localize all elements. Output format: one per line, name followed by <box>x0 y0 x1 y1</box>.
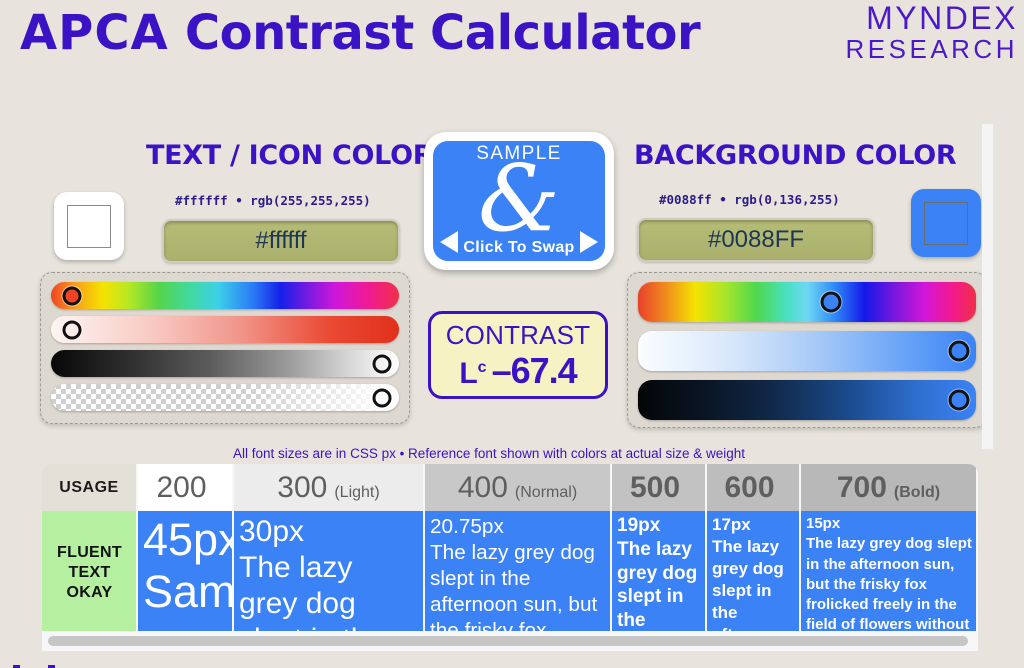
background-color-section-title: BACKGROUND COLOR <box>634 140 957 171</box>
brand-line-1: MYNDEX <box>866 0 1018 36</box>
usage-status-cell: FLUENT TEXT OKAY <box>42 511 138 631</box>
brand-logo: MYNDEX RESEARCH <box>845 0 1018 64</box>
horizontal-scrollbar[interactable] <box>42 631 978 651</box>
page-title: APCA Contrast Calculator <box>20 5 701 61</box>
sample-size-600: 17px <box>712 515 751 534</box>
text-color-section-title: TEXT / ICON COLOR <box>146 140 434 171</box>
swap-button-preview: SAMPLE & Click To Swap <box>433 141 605 261</box>
text-color-value-label: #ffffff • rgb(255,255,255) <box>175 193 371 208</box>
sample-cell-300: 30px The lazy grey dog slept in the afte… <box>234 511 425 631</box>
sample-text-400: The lazy grey dog slept in the afternoon… <box>430 540 598 631</box>
background-hue-slider-thumb[interactable] <box>820 291 842 313</box>
background-saturation-slider[interactable] <box>638 331 976 371</box>
text-saturation-slider[interactable] <box>51 316 399 343</box>
contrast-label: CONTRAST <box>445 319 591 350</box>
background-saturation-slider-thumb[interactable] <box>948 340 970 362</box>
background-color-swatch-button[interactable] <box>911 189 981 257</box>
column-header-200: 200 <box>138 464 234 511</box>
vertical-scrollbar[interactable] <box>982 124 993 449</box>
column-header-400: 400 (Normal) <box>425 464 612 511</box>
text-saturation-slider-thumb[interactable] <box>62 320 82 339</box>
sample-size-700: 15px <box>806 515 841 532</box>
contrast-result-badge: CONTRAST Lc –67.4 <box>428 311 608 399</box>
font-table-header-row: USAGE 200 300 (Light) 400 (Normal) 500 6… <box>42 464 978 511</box>
sample-cell-500: 19px The lazy grey dog slept in the afte… <box>612 511 707 631</box>
sample-size-300: 30px <box>239 515 305 548</box>
background-color-hex-input[interactable]: #0088FF <box>637 218 875 262</box>
apca-contrast-calculator-app: APCA Contrast Calculator MYNDEX RESEARCH… <box>0 0 1024 668</box>
sample-text-200: Sample <box>143 565 234 617</box>
column-header-500: 500 <box>612 464 707 511</box>
horizontal-scrollbar-thumb[interactable] <box>48 636 968 646</box>
text-color-hex-input[interactable]: #ffffff <box>162 219 400 263</box>
text-color-slider-panel <box>40 272 410 424</box>
swap-button-caption: Click To Swap <box>463 239 575 256</box>
text-alpha-slider-thumb[interactable] <box>372 388 392 407</box>
background-color-swatch-inner <box>924 201 968 245</box>
column-header-300: 300 (Light) <box>234 464 425 511</box>
text-hue-slider[interactable] <box>51 282 399 309</box>
sample-cell-700: 15px The lazy grey dog slept in the afte… <box>801 511 978 631</box>
brand-line-2: RESEARCH <box>845 33 1018 64</box>
page-title-acronym: APCA <box>20 5 169 61</box>
column-header-600: 600 <box>707 464 801 511</box>
background-color-slider-panel <box>627 272 987 428</box>
font-table-body-row: FLUENTTEXTOKAY 45px Sample 30px The lazy… <box>42 511 978 631</box>
contrast-unit: Lc <box>459 356 487 390</box>
contrast-value-row: Lc –67.4 <box>459 349 578 391</box>
column-header-700: 700 (Bold) <box>801 464 978 511</box>
text-hue-slider-thumb[interactable] <box>62 286 82 305</box>
text-lightness-slider[interactable] <box>51 350 399 377</box>
sample-cell-400: 20.75px The lazy grey dog slept in the a… <box>425 511 612 631</box>
background-lightness-slider[interactable] <box>638 380 976 420</box>
background-lightness-slider-thumb[interactable] <box>948 389 970 411</box>
contrast-value: –67.4 <box>491 349 578 391</box>
sample-text-700: The lazy grey dog slept in the afternoon… <box>806 535 972 631</box>
page-title-rest: Contrast Calculator <box>184 5 701 61</box>
sample-size-200: 45px <box>143 514 234 565</box>
sample-cell-600: 17px The lazy grey dog slept in the afte… <box>707 511 801 631</box>
swap-colors-button[interactable]: SAMPLE & Click To Swap <box>424 132 614 270</box>
text-color-swatch-inner <box>67 204 111 248</box>
sample-cell-200: 45px Sample <box>138 511 234 631</box>
background-hue-slider[interactable] <box>638 282 976 322</box>
sample-text-300: The lazy grey dog slept in the afternoon… <box>239 551 384 631</box>
background-color-value-label: #0088ff • rgb(0,136,255) <box>659 192 840 207</box>
font-table-note: All font sizes are in CSS px • Reference… <box>233 446 745 461</box>
text-color-swatch-button[interactable] <box>54 192 124 260</box>
page-header: APCA Contrast Calculator MYNDEX RESEARCH <box>0 0 1024 100</box>
text-alpha-slider[interactable] <box>51 384 399 411</box>
text-lightness-slider-thumb[interactable] <box>372 354 392 373</box>
sample-text-500: The lazy grey dog slept in the afternoon… <box>617 538 698 631</box>
column-header-usage: USAGE <box>42 464 138 511</box>
font-reference-table: USAGE 200 300 (Light) 400 (Normal) 500 6… <box>42 464 978 631</box>
sample-size-400: 20.75px <box>430 515 504 538</box>
sample-text-600: The lazy grey dog slept in the afternoon… <box>712 537 790 631</box>
sample-size-500: 19px <box>617 515 661 536</box>
